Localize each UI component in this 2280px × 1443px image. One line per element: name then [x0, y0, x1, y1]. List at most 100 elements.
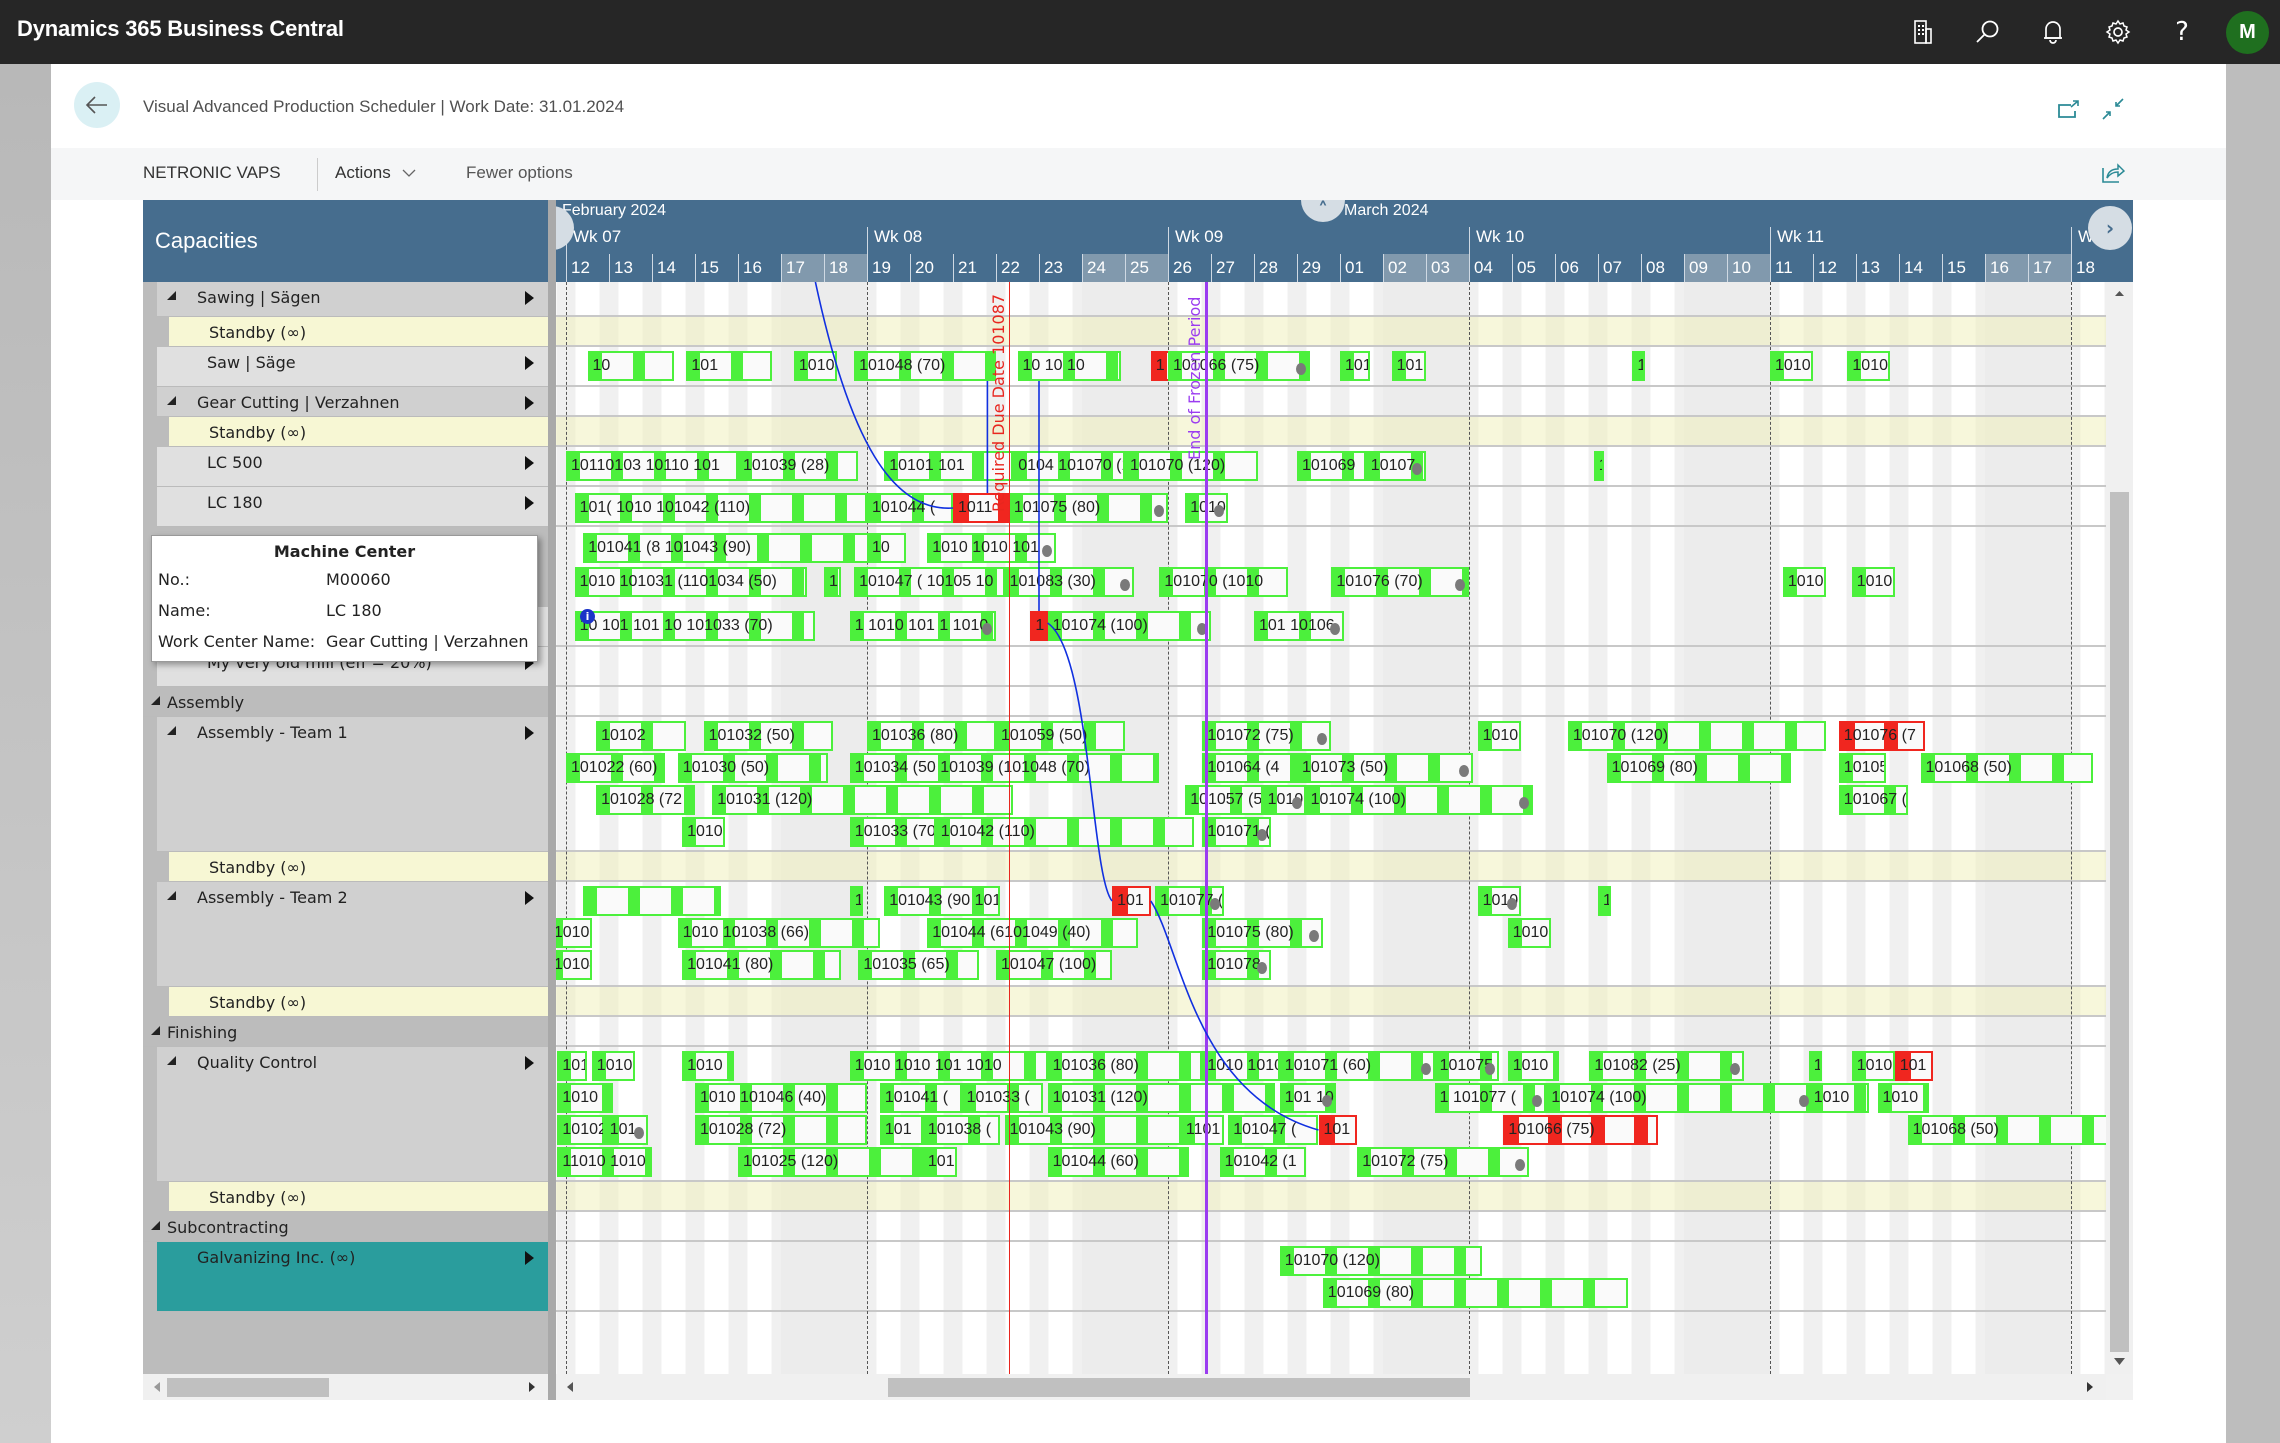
operation-bar[interactable]: 101048 (70) — [854, 351, 996, 381]
vertical-scroll-thumb[interactable] — [2110, 492, 2129, 1352]
resource-row[interactable]: Quality Control — [157, 1047, 548, 1182]
operation-bar[interactable]: 101 — [879, 1115, 923, 1145]
operation-bar[interactable]: 101070 (120) — [1567, 721, 1826, 751]
collapse-icon[interactable] — [2098, 94, 2128, 124]
operation-bar[interactable]: 101042 (1 — [1219, 1147, 1306, 1177]
operation-bar[interactable]: 101044 (6101049 (40) — [927, 918, 1138, 948]
operation-bar[interactable]: 10110103 10110 101 — [566, 451, 738, 481]
actions-menu[interactable]: Actions — [335, 163, 417, 183]
operation-bar[interactable]: 1 — [1593, 451, 1604, 481]
vertical-scrollbar[interactable] — [2106, 282, 2133, 1374]
bell-icon[interactable] — [2037, 16, 2069, 48]
operation-bar[interactable]: 101044 ( — [867, 493, 953, 523]
operation-bar[interactable]: 101068 (50) — [1920, 753, 2093, 783]
operation-bar[interactable]: 101075 (8 — [1434, 1051, 1500, 1081]
operation-bar[interactable]: 101033 (70) — [849, 817, 936, 847]
fewer-options-button[interactable]: Fewer options — [466, 163, 573, 183]
operation-bar[interactable]: 101071 (60) — [1279, 1051, 1435, 1081]
operation-bar[interactable]: 101074 (100) — [1047, 611, 1211, 641]
operation-bar[interactable]: 101073 (50) — [1297, 753, 1474, 783]
resource-row[interactable]: Gear Cutting | Verzahnen — [157, 387, 548, 417]
operation-bar[interactable]: 101077 (5 — [1155, 886, 1224, 916]
operation-bar[interactable]: 101041 (8 101043 (90) — [583, 533, 902, 563]
operation-bar[interactable]: 101074 (100) — [1305, 785, 1534, 815]
operation-bar[interactable]: 101 1010 — [1279, 1083, 1336, 1113]
operation-bar[interactable]: 101071 (6 — [1202, 817, 1272, 847]
operation-bar[interactable]: 101047 (100) — [996, 950, 1113, 980]
late-operation-bar[interactable]: 1 — [1030, 611, 1048, 641]
operation-bar[interactable]: 10105 — [1838, 753, 1887, 783]
operation-bar[interactable]: 10107 — [1365, 451, 1426, 481]
expand-arrow-icon[interactable] — [525, 496, 534, 510]
operation-bar[interactable]: 1010 — [682, 817, 726, 847]
operation-bar[interactable]: 101( 1010 101042 (110) — [574, 493, 867, 523]
expand-arrow-icon[interactable] — [525, 1251, 534, 1265]
operation-bar[interactable]: 101 — [557, 1051, 588, 1081]
operation-bar[interactable]: 101044 (60) — [1047, 1147, 1190, 1177]
resource-row[interactable]: Standby (∞) — [169, 987, 548, 1017]
resource-row[interactable]: Standby (∞) — [169, 852, 548, 882]
operation-bar[interactable]: 1010 — [682, 1051, 734, 1081]
operation-bar[interactable]: 101034 (50 101039 (101048 (70) — [849, 753, 1160, 783]
resource-scroll-thumb[interactable] — [167, 1378, 329, 1397]
operation-bar[interactable]: 10105 — [1507, 918, 1551, 948]
collapse-triangle-icon[interactable] — [167, 1056, 176, 1065]
operation-bar[interactable]: 101 10106 — [1254, 611, 1345, 641]
expand-arrow-icon[interactable] — [525, 356, 534, 370]
operation-bar[interactable]: 101038 ( — [922, 1115, 1001, 1145]
operation-bar[interactable]: 1010 — [1262, 785, 1306, 815]
operation-bar[interactable]: 1 — [849, 886, 863, 916]
operation-bar[interactable]: 101043 (90) — [1004, 1115, 1181, 1145]
resource-row[interactable]: LC 180 — [157, 487, 548, 527]
operation-bar[interactable]: 101 — [1391, 351, 1426, 381]
resource-row[interactable]: Subcontracting — [143, 1212, 548, 1242]
resource-row[interactable]: Sawing | Sägen — [157, 282, 548, 317]
timeline-scroll-thumb[interactable] — [888, 1378, 1470, 1397]
late-operation-bar[interactable]: 101 — [1894, 1051, 1934, 1081]
operation-bar[interactable]: 101028 (72) — [695, 1115, 867, 1145]
late-operation-bar[interactable]: 101076 (7 — [1838, 721, 1925, 751]
operation-bar[interactable]: 1 — [1808, 1051, 1822, 1081]
expand-arrow-icon[interactable] — [525, 396, 534, 410]
operation-bar[interactable]: 101042 (110) — [935, 817, 1194, 847]
resource-row[interactable]: Saw | Säge — [157, 347, 548, 387]
resource-row[interactable]: Assembly - Team 1 — [157, 717, 548, 852]
resource-row[interactable]: Assembly — [143, 687, 548, 717]
collapse-triangle-icon[interactable] — [151, 1221, 160, 1230]
operation-bar[interactable]: 101031 (120) — [1047, 1083, 1276, 1113]
operation-bar[interactable]: 101076 (70) — [1331, 567, 1469, 597]
operation-bar[interactable]: 1 — [824, 567, 842, 597]
search-icon[interactable] — [1972, 16, 2004, 48]
expand-arrow-icon[interactable] — [525, 1056, 534, 1070]
operation-bar[interactable]: 1010 — [1782, 567, 1826, 597]
late-operation-bar[interactable]: 101066 (75) — [1503, 1115, 1659, 1145]
operation-bar[interactable]: 1010 101031 (1101034 (50) — [574, 567, 807, 597]
operation-bar[interactable]: 101069 (80) — [1606, 753, 1792, 783]
operation-bar[interactable]: 101075 (80) — [1202, 918, 1323, 948]
expand-arrow-icon[interactable] — [525, 891, 534, 905]
collapse-triangle-icon[interactable] — [167, 291, 176, 300]
operation-bar[interactable]: 101078 — [1202, 950, 1272, 980]
operation-bar[interactable]: 10 10 10 — [1017, 351, 1121, 381]
operation-bar[interactable]: 0104 101070 (120) — [1013, 451, 1125, 481]
late-operation-bar[interactable]: 101 — [1112, 886, 1151, 916]
operation-bar[interactable]: 101072 (75) — [1202, 721, 1332, 751]
operation-bar[interactable] — [583, 886, 721, 916]
operation-bar[interactable]: 1010 — [1851, 1051, 1895, 1081]
operation-bar[interactable]: 1010 — [1851, 567, 1895, 597]
operation-bar[interactable]: 101032 (50) — [703, 721, 833, 751]
operation-bar[interactable]: 1010 1010 101 1010 — [849, 1051, 1048, 1081]
operation-bar[interactable]: 101022 (60) — [566, 753, 665, 783]
operation-bar[interactable]: 1010 — [1847, 351, 1891, 381]
operation-bar[interactable]: 11010 1010 — [557, 1147, 652, 1177]
operation-bar[interactable]: 101035 (65) — [858, 950, 979, 980]
operation-bar[interactable]: 101033 ( — [961, 1083, 1044, 1113]
operation-bar[interactable]: 101070 (1010 — [1159, 567, 1289, 597]
timeline-up-button[interactable]: ˄ — [1301, 200, 1345, 222]
collapse-triangle-icon[interactable] — [167, 396, 176, 405]
operation-bar[interactable]: 101069 — [1297, 451, 1366, 481]
expand-arrow-icon[interactable] — [525, 291, 534, 305]
resource-row[interactable]: Finishing — [143, 1017, 548, 1047]
resource-row[interactable]: Assembly - Team 2 — [157, 882, 548, 987]
operation-bar[interactable]: 1 1010 101 1 1010 — [849, 611, 996, 641]
